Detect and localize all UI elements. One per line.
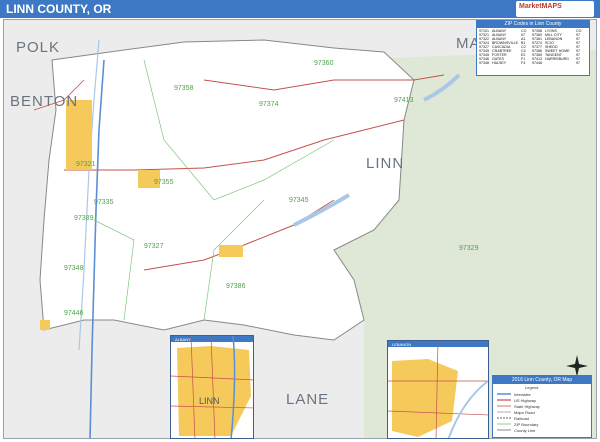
zip-table-header: ZIP Codes in Linn County	[477, 21, 589, 28]
inset-map-lebanon[interactable]: LEBANON	[387, 340, 489, 439]
harrisburg-urban	[40, 320, 50, 330]
zip-cell: F4	[521, 61, 526, 65]
publisher-logo: MarketMAPS	[516, 1, 594, 17]
zip-cell: 97348	[479, 61, 489, 65]
county-label-benton: BENTON	[10, 93, 78, 110]
inset-map-albany[interactable]: LINN ALBANY	[170, 335, 254, 439]
legend-swatches	[497, 393, 511, 431]
compass-rose-icon	[566, 355, 588, 377]
inset-albany-title: ALBANY	[175, 337, 191, 342]
zip-label: 97327	[144, 243, 164, 250]
inset-lebanon-title: LEBANON	[392, 342, 411, 347]
zip-label: 97389	[74, 215, 94, 222]
inset-albany-label: LINN	[199, 396, 220, 406]
legend-item: County Line	[514, 428, 536, 433]
map-title: LINN COUNTY, OR	[6, 2, 112, 16]
zip-label: 97321	[76, 161, 96, 168]
zip-label: 97348	[64, 265, 84, 272]
inset-lebanon-canvas: LEBANON	[388, 341, 488, 438]
albany-urban	[66, 100, 92, 170]
inset-albany-canvas: LINN ALBANY	[171, 336, 253, 438]
title-bar: LINN COUNTY, OR MarketMAPS	[0, 0, 600, 18]
legend-title: 2016 Linn County, OR Map	[493, 376, 591, 384]
county-label-linn: LINN	[366, 155, 404, 172]
zip-code-table: ZIP Codes in Linn County 97101 ALBANY CO 97…	[476, 20, 590, 76]
zip-label: 97413	[394, 97, 414, 104]
zip-cell: HALSEY	[492, 61, 507, 65]
zip-cell	[545, 61, 575, 65]
logo-text: MarketMAPS	[519, 3, 562, 10]
zip-label: 97358	[174, 85, 194, 92]
zip-label: 97329	[459, 245, 479, 252]
zip-label: 97355	[154, 179, 174, 186]
county-label-lane: LANE	[286, 391, 329, 408]
zip-label: 97345	[289, 197, 309, 204]
legend-panel: 2016 Linn County, OR Map Legend Intersta…	[492, 375, 592, 438]
zip-label: 97374	[259, 101, 279, 108]
zip-label: 97446	[64, 310, 84, 317]
zip-label: 97335	[94, 199, 114, 206]
zip-cell: 97446	[532, 61, 542, 65]
zip-label: 97386	[226, 283, 246, 290]
zip-label: 97360	[314, 60, 334, 67]
sweet-home-urban	[219, 245, 243, 257]
legend-body: Legend Interstate US Highway State Highw…	[493, 384, 591, 439]
county-label-polk: POLK	[16, 39, 60, 56]
zip-table-grid: 97101 ALBANY CO 97358 LYONS CO 97321 ALBANY 97 9…	[477, 28, 589, 66]
zip-cell: 97	[576, 61, 580, 65]
